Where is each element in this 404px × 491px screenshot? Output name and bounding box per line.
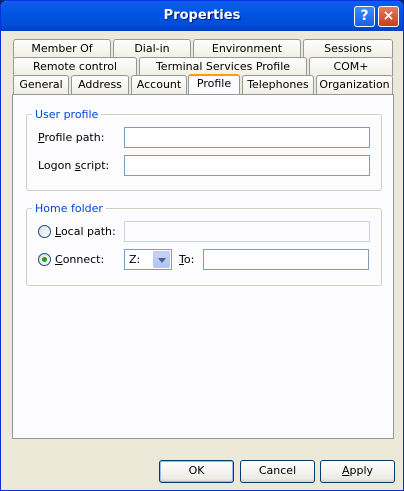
profile-tab-panel: User profile Profile path: Logon script:… bbox=[12, 94, 394, 439]
title-bar[interactable]: Properties ? × bbox=[1, 1, 403, 31]
local-path-input[interactable] bbox=[124, 221, 370, 242]
help-button[interactable]: ? bbox=[354, 6, 375, 27]
radio-selected-dot bbox=[42, 257, 47, 262]
tab-com-plus[interactable]: COM+ bbox=[309, 57, 393, 76]
home-folder-legend: Home folder bbox=[35, 202, 103, 215]
profile-path-input[interactable] bbox=[124, 127, 370, 148]
tab-telephones[interactable]: Telephones bbox=[242, 75, 314, 94]
tab-address[interactable]: Address bbox=[71, 75, 129, 94]
to-label: To: bbox=[179, 253, 195, 266]
connect-to-input[interactable] bbox=[203, 249, 369, 270]
properties-dialog: Properties ? × Member Of Dial-in Environ… bbox=[0, 0, 404, 491]
close-button[interactable]: × bbox=[378, 6, 399, 27]
drive-letter-value: Z: bbox=[129, 253, 141, 266]
tab-general[interactable]: General bbox=[13, 75, 69, 94]
tab-organization[interactable]: Organization bbox=[316, 75, 393, 94]
tab-account[interactable]: Account bbox=[131, 75, 187, 94]
cancel-button[interactable]: Cancel bbox=[240, 460, 315, 483]
apply-button[interactable]: Apply bbox=[320, 460, 395, 483]
tab-dial-in[interactable]: Dial-in bbox=[113, 39, 191, 58]
user-profile-legend: User profile bbox=[35, 108, 99, 121]
tab-profile[interactable]: Profile bbox=[188, 74, 240, 94]
connect-radio[interactable] bbox=[38, 253, 51, 266]
tab-sessions[interactable]: Sessions bbox=[303, 39, 393, 58]
drive-letter-select[interactable]: Z: bbox=[124, 249, 172, 270]
tab-remote-control[interactable]: Remote control bbox=[13, 57, 137, 76]
window-title: Properties bbox=[163, 8, 241, 23]
profile-path-label: Profile path: bbox=[38, 131, 105, 144]
tab-member-of[interactable]: Member Of bbox=[13, 39, 111, 58]
chevron-down-icon[interactable] bbox=[153, 251, 170, 268]
tab-environment[interactable]: Environment bbox=[193, 39, 301, 58]
local-path-label[interactable]: Local path: bbox=[55, 225, 116, 238]
connect-label[interactable]: Connect: bbox=[55, 253, 104, 266]
local-path-radio[interactable] bbox=[38, 225, 51, 238]
logon-script-input[interactable] bbox=[124, 155, 370, 176]
home-folder-group: Home folder bbox=[26, 202, 382, 286]
user-profile-group: User profile bbox=[26, 108, 382, 191]
logon-script-label: Logon script: bbox=[38, 159, 110, 172]
ok-button[interactable]: OK bbox=[159, 460, 234, 483]
